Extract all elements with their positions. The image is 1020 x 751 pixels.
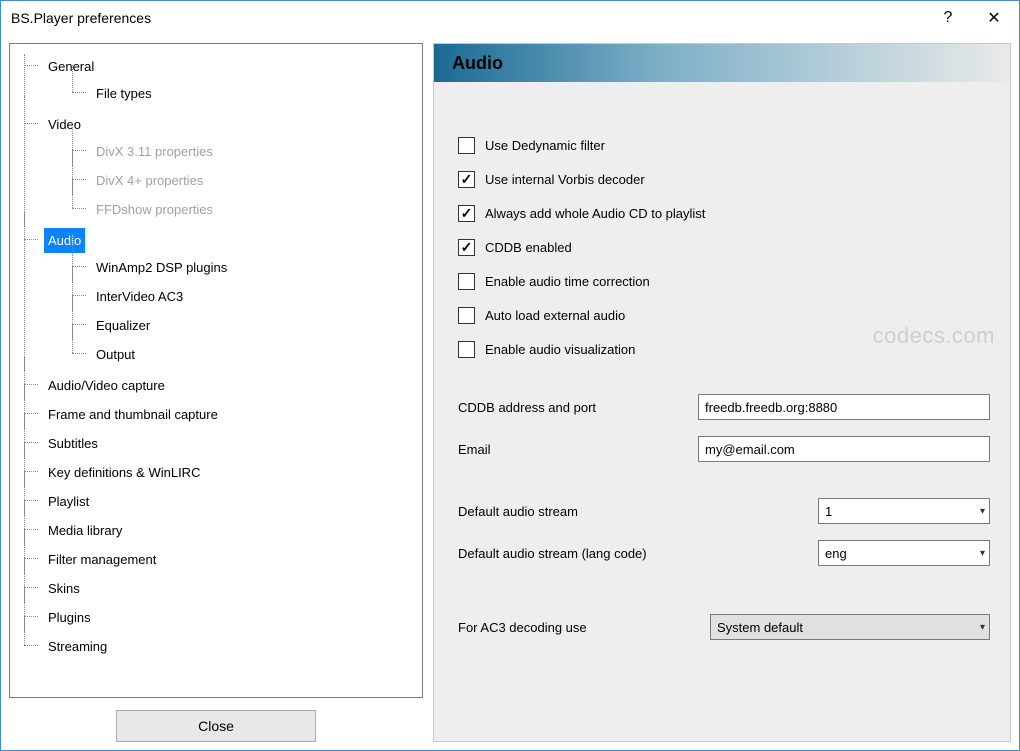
checkbox-row: CDDB enabled [458, 230, 990, 264]
tree-item[interactable]: Filter management [24, 545, 414, 574]
checkbox[interactable] [458, 137, 475, 154]
default-stream-label: Default audio stream [458, 504, 818, 519]
tree-label[interactable]: File types [92, 81, 156, 106]
tree-item[interactable]: Equalizer [72, 311, 414, 340]
tree-label[interactable]: Filter management [44, 547, 160, 572]
tree-label[interactable]: Audio/Video capture [44, 373, 169, 398]
titlebar: BS.Player preferences ? ✕ [1, 1, 1019, 35]
tree-label[interactable]: Frame and thumbnail capture [44, 402, 222, 427]
chevron-down-icon: ▾ [980, 622, 985, 633]
tree-label[interactable]: Output [92, 342, 139, 367]
help-button[interactable]: ? [925, 3, 971, 33]
tree-label[interactable]: Audio [44, 228, 85, 253]
tree-item[interactable]: FFDshow properties [72, 195, 414, 224]
email-input[interactable] [698, 436, 990, 462]
content-area: GeneralFile typesVideo DivX 3.11 properti… [1, 35, 1019, 750]
left-column: GeneralFile typesVideo DivX 3.11 properti… [9, 43, 423, 742]
ac3-label: For AC3 decoding use [458, 620, 710, 635]
tree-label[interactable]: DivX 3.11 properties [92, 139, 217, 164]
checkbox[interactable] [458, 341, 475, 358]
tree-label[interactable]: Video [44, 112, 85, 137]
tree-label[interactable]: Streaming [44, 634, 111, 659]
checkbox[interactable] [458, 307, 475, 324]
email-row: Email [458, 428, 990, 470]
tree-label[interactable]: DivX 4+ properties [92, 168, 207, 193]
checkbox-row: Enable audio visualization [458, 332, 990, 366]
tree-label[interactable]: Skins [44, 576, 84, 601]
tree-item[interactable]: DivX 3.11 properties [72, 137, 414, 166]
tree-item[interactable]: Skins [24, 574, 414, 603]
default-stream-select[interactable]: 1 ▾ [818, 498, 990, 524]
tree-item[interactable]: Key definitions & WinLIRC [24, 458, 414, 487]
settings-panel: Audio Use Dedynamic filter Use internal V… [433, 43, 1011, 742]
tree-item[interactable]: Subtitles [24, 429, 414, 458]
panel-title: Audio [434, 44, 1010, 82]
ac3-select[interactable]: System default ▾ [710, 614, 990, 640]
tree-label[interactable]: Key definitions & WinLIRC [44, 460, 204, 485]
tree-item[interactable]: File types [72, 79, 414, 108]
window-close-button[interactable]: ✕ [971, 3, 1017, 33]
checkbox-row: Auto load external audio [458, 298, 990, 332]
chevron-down-icon: ▾ [980, 548, 985, 559]
tree-label[interactable]: Plugins [44, 605, 95, 630]
tree-item[interactable]: Streaming [24, 632, 414, 661]
tree-label[interactable]: InterVideo AC3 [92, 284, 187, 309]
cddb-address-label: CDDB address and port [458, 400, 698, 415]
ac3-value: System default [717, 620, 803, 635]
checkbox[interactable] [458, 239, 475, 256]
checkbox-label: Enable audio visualization [485, 342, 635, 357]
window-title: BS.Player preferences [11, 10, 925, 26]
checkbox-row: Use internal Vorbis decoder [458, 162, 990, 196]
checkbox-label: Auto load external audio [485, 308, 625, 323]
tree-label[interactable]: WinAmp2 DSP plugins [92, 255, 231, 280]
default-stream-row: Default audio stream 1 ▾ [458, 490, 990, 532]
close-row: Close [9, 698, 423, 742]
tree-item[interactable]: Plugins [24, 603, 414, 632]
email-label: Email [458, 442, 698, 457]
default-lang-select[interactable]: eng ▾ [818, 540, 990, 566]
checkbox-label: Use Dedynamic filter [485, 138, 605, 153]
tree-item[interactable]: Audio WinAmp2 DSP plugins InterVideo AC3 Eq… [24, 226, 414, 371]
tree-item[interactable]: Audio/Video capture [24, 371, 414, 400]
checkbox-label: Always add whole Audio CD to playlist [485, 206, 705, 221]
tree-label[interactable]: Media library [44, 518, 126, 543]
tree-item[interactable]: Video DivX 3.11 properties DivX 4+ propert… [24, 110, 414, 226]
checkbox-row: Use Dedynamic filter [458, 128, 990, 162]
tree-item[interactable]: Frame and thumbnail capture [24, 400, 414, 429]
cddb-address-row: CDDB address and port [458, 386, 990, 428]
tree-item[interactable]: Playlist [24, 487, 414, 516]
default-lang-row: Default audio stream (lang code) eng ▾ [458, 532, 990, 574]
checkbox[interactable] [458, 273, 475, 290]
tree-item[interactable]: Output [72, 340, 414, 369]
tree-item[interactable]: Media library [24, 516, 414, 545]
tree-item[interactable]: DivX 4+ properties [72, 166, 414, 195]
chevron-down-icon: ▾ [980, 506, 985, 517]
tree-label[interactable]: Subtitles [44, 431, 102, 456]
cddb-address-input[interactable] [698, 394, 990, 420]
default-stream-value: 1 [825, 504, 832, 519]
tree-label[interactable]: Playlist [44, 489, 93, 514]
checkbox[interactable] [458, 205, 475, 222]
close-button[interactable]: Close [116, 710, 316, 742]
default-lang-label: Default audio stream (lang code) [458, 546, 818, 561]
tree-label[interactable]: FFDshow properties [92, 197, 217, 222]
preferences-window: BS.Player preferences ? ✕ GeneralFile ty… [0, 0, 1020, 751]
tree-item[interactable]: GeneralFile types [24, 52, 414, 110]
tree-label[interactable]: Equalizer [92, 313, 154, 338]
default-lang-value: eng [825, 546, 847, 561]
checkbox-label: CDDB enabled [485, 240, 572, 255]
category-tree[interactable]: GeneralFile typesVideo DivX 3.11 properti… [9, 43, 423, 698]
tree-item[interactable]: InterVideo AC3 [72, 282, 414, 311]
checkbox-label: Use internal Vorbis decoder [485, 172, 645, 187]
tree-item[interactable]: WinAmp2 DSP plugins [72, 253, 414, 282]
checkbox[interactable] [458, 171, 475, 188]
checkbox-row: Always add whole Audio CD to playlist [458, 196, 990, 230]
panel-body: Use Dedynamic filter Use internal Vorbis … [434, 82, 1010, 741]
checkbox-row: Enable audio time correction [458, 264, 990, 298]
checkbox-label: Enable audio time correction [485, 274, 650, 289]
ac3-row: For AC3 decoding use System default ▾ [458, 606, 990, 648]
